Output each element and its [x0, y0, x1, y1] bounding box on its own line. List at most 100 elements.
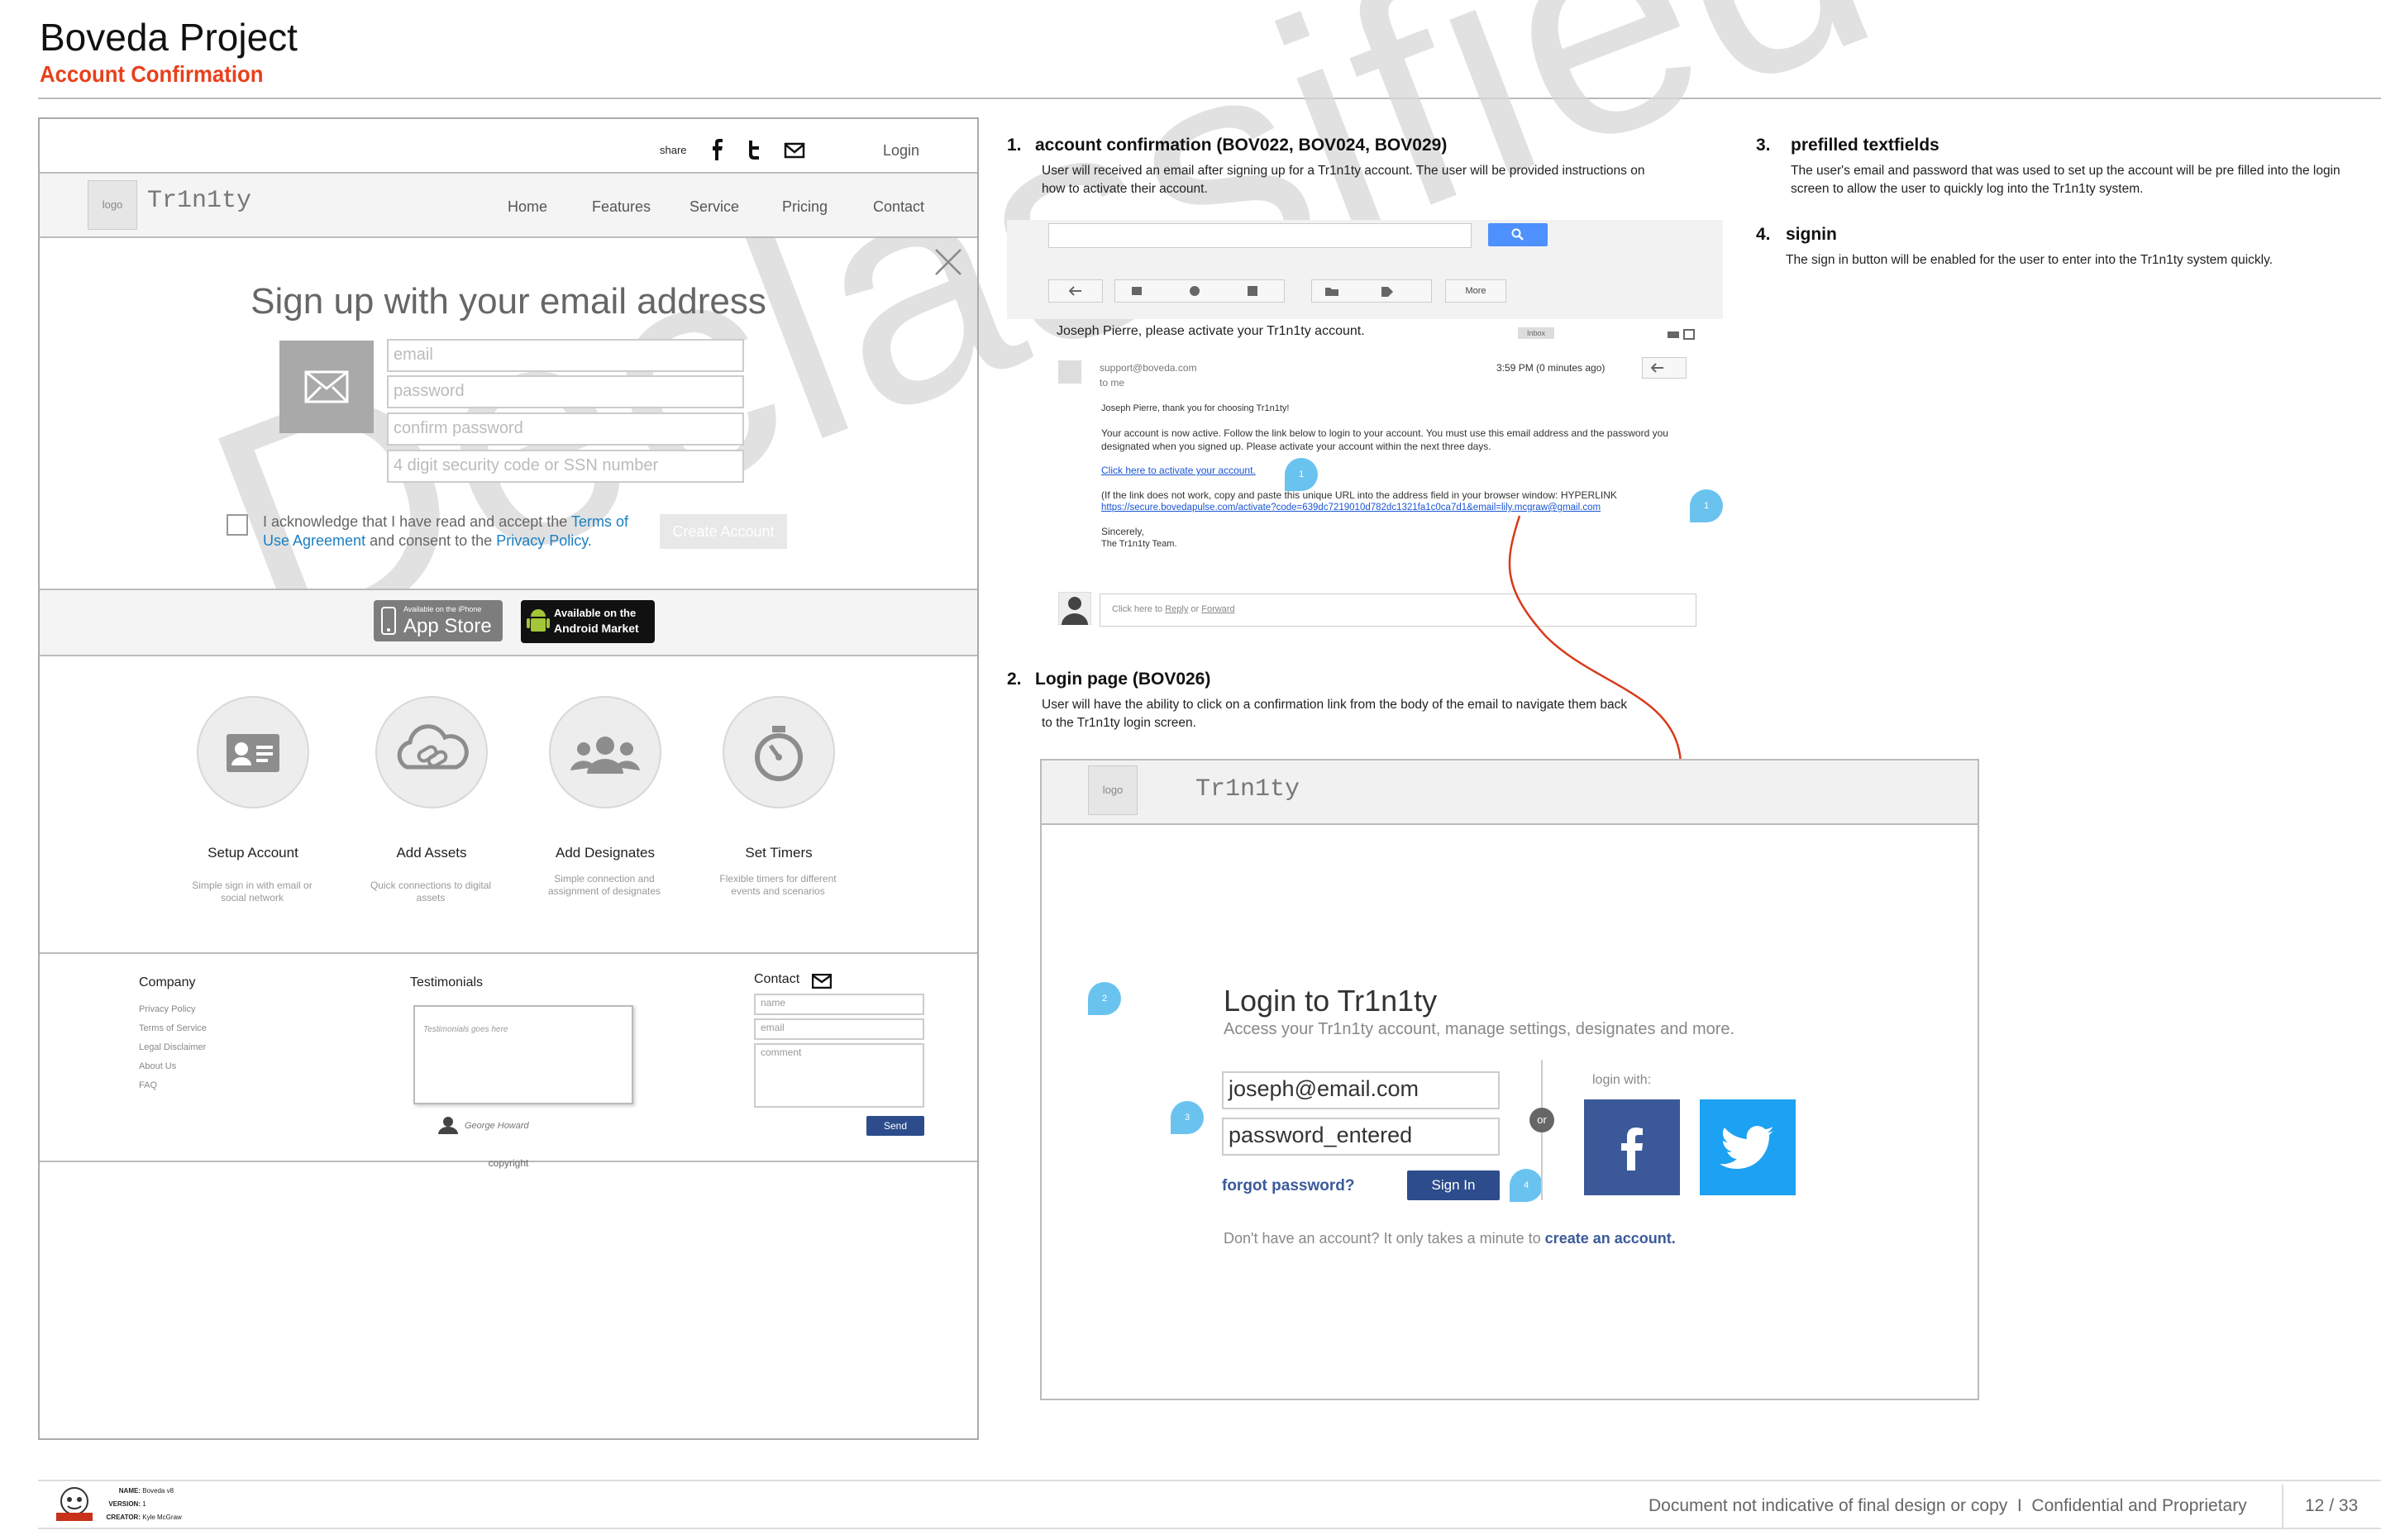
- callout-bubble-4: 4: [1510, 1169, 1543, 1202]
- section-desc: The user's email and password that was u…: [1791, 164, 2340, 196]
- page-number-divider: [2282, 1485, 2283, 1528]
- page-number: 12 / 33: [2305, 1496, 2359, 1515]
- login-brand: Tr1n1ty: [1195, 775, 1300, 803]
- company-heading: Company: [139, 975, 196, 989]
- copyright: copyright: [488, 1157, 529, 1169]
- email-search-button[interactable]: [1488, 223, 1548, 246]
- activation-url-link[interactable]: https://secure.bovedapulse.com/activate?…: [1101, 503, 1601, 513]
- close-icon[interactable]: [934, 248, 962, 280]
- nav-service[interactable]: Service: [689, 198, 739, 216]
- email-search-input[interactable]: [1048, 223, 1472, 248]
- email-signoff: Sincerely,: [1101, 526, 1144, 537]
- nav-contact[interactable]: Contact: [873, 198, 924, 216]
- login-email-field[interactable]: joseph@email.com: [1222, 1071, 1500, 1109]
- mail-share-icon[interactable]: [784, 142, 805, 163]
- footer-link[interactable]: Privacy Policy: [139, 1000, 207, 1019]
- feature-title: Set Timers: [745, 845, 813, 861]
- share-label: share: [660, 144, 687, 156]
- facebook-icon: [1621, 1128, 1643, 1170]
- app-store-badge[interactable]: Available on the iPhone App Store: [374, 600, 503, 641]
- contact-mail-icon: [811, 973, 833, 993]
- wireframe-footer: Company Privacy Policy Terms of Service …: [40, 952, 977, 1162]
- login-link[interactable]: Login: [883, 142, 919, 160]
- page-subtitle: Account Confirmation: [40, 61, 264, 87]
- add-designates-icon: [549, 696, 661, 808]
- email-body-2: (If the link does not work, copy and pas…: [1101, 489, 1617, 501]
- nav-home[interactable]: Home: [508, 198, 547, 216]
- email-to: to me: [1100, 377, 1125, 389]
- email-time: 3:59 PM (0 minutes ago): [1496, 362, 1606, 374]
- twitter-login-button[interactable]: [1700, 1099, 1796, 1195]
- forgot-password-link[interactable]: forgot password?: [1222, 1177, 1354, 1195]
- security-code-field[interactable]: 4 digit security code or SSN number: [387, 450, 744, 483]
- section-number: 1.: [1007, 136, 1022, 155]
- mail-avatar-icon: [279, 341, 374, 433]
- terms-checkbox[interactable]: [227, 514, 248, 536]
- login-password-field[interactable]: password_entered: [1222, 1118, 1500, 1156]
- company-links: Privacy Policy Terms of Service Legal Di…: [139, 1000, 207, 1095]
- login-header: logo Tr1n1ty: [1042, 760, 1978, 825]
- confidentiality-notice: Document not indicative of final design …: [1649, 1496, 2247, 1515]
- feature-desc: Simple connection and assignment of desi…: [547, 873, 661, 897]
- footer-divider-bottom: [38, 1528, 2381, 1529]
- wireframe-navbar: logo Tr1n1ty Home Features Service Prici…: [40, 174, 977, 238]
- section-title: prefilled textfields: [1791, 136, 1940, 155]
- section-number: 2.: [1007, 670, 1022, 689]
- logo-placeholder: logo: [88, 180, 137, 230]
- email-print-icon[interactable]: [1667, 327, 1696, 341]
- email-back-button[interactable]: [1048, 279, 1103, 303]
- footer-link[interactable]: About Us: [139, 1057, 207, 1076]
- email-team: The Tr1n1ty Team.: [1101, 539, 1177, 549]
- callout-bubble-2: 2: [1088, 982, 1121, 1015]
- contact-email-field[interactable]: email: [754, 1018, 924, 1040]
- feature-title: Add Designates: [555, 845, 656, 861]
- email-reply-button[interactable]: [1642, 357, 1687, 379]
- send-button[interactable]: Send: [866, 1116, 924, 1136]
- sign-in-button[interactable]: Sign In: [1407, 1170, 1500, 1200]
- email-field[interactable]: email: [387, 339, 744, 372]
- email-folder-label-buttons[interactable]: [1311, 279, 1432, 303]
- terms-text: I acknowledge that I have read and accep…: [263, 513, 628, 549]
- email-more-button[interactable]: More: [1445, 279, 1506, 303]
- section-number: 3.: [1756, 136, 1771, 155]
- contact-comment-field[interactable]: comment: [754, 1043, 924, 1108]
- login-with-label: login with:: [1592, 1073, 1652, 1087]
- login-page-mock: logo Tr1n1ty 2 Login to Tr1n1ty Access y…: [1040, 759, 1979, 1400]
- signup-title: Sign up with your email address: [251, 281, 766, 322]
- android-market-badge[interactable]: Available on the Android Market: [521, 600, 655, 643]
- signup-wireframe: share Login logo Tr1n1ty Home Features S…: [38, 117, 979, 1440]
- nav-features[interactable]: Features: [592, 198, 651, 216]
- create-account-prompt: Don't have an account? It only takes a m…: [1224, 1230, 1676, 1247]
- login-title: Login to Tr1n1ty: [1224, 984, 1438, 1018]
- feature-desc: Quick connections to digital assets: [370, 880, 492, 903]
- footer-divider: [38, 1480, 2381, 1481]
- facebook-login-button[interactable]: [1584, 1099, 1680, 1195]
- setup-account-icon: [197, 696, 309, 808]
- feature-desc: Simple sign in with email or social netw…: [192, 880, 313, 903]
- password-field[interactable]: password: [387, 375, 744, 408]
- activate-link[interactable]: Click here to activate your account.: [1101, 465, 1256, 476]
- section-title: signin: [1786, 225, 1837, 244]
- footer-link[interactable]: FAQ: [139, 1076, 207, 1095]
- email-greeting: Joseph Pierre, thank you for choosing Tr…: [1101, 403, 1290, 413]
- page-title: Boveda Project: [40, 16, 298, 59]
- create-account-link[interactable]: create an account.: [1545, 1230, 1676, 1247]
- contact-name-field[interactable]: name: [754, 994, 924, 1015]
- footer-link[interactable]: Terms of Service: [139, 1019, 207, 1038]
- footer-link[interactable]: Legal Disclaimer: [139, 1038, 207, 1057]
- email-action-buttons[interactable]: [1114, 279, 1285, 303]
- reply-link[interactable]: Reply: [1165, 604, 1188, 614]
- user-avatar-icon: [1058, 592, 1091, 625]
- facebook-share-icon[interactable]: [708, 139, 726, 164]
- create-account-button[interactable]: Create Account: [660, 514, 787, 549]
- section-title: Login page (BOV026): [1035, 670, 1211, 689]
- confirm-password-field[interactable]: confirm password: [387, 412, 744, 446]
- callout-bubble-1: 1: [1285, 458, 1318, 491]
- privacy-link[interactable]: Privacy Policy.: [496, 532, 592, 549]
- twitter-share-icon[interactable]: [746, 139, 764, 164]
- email-inbox-tag[interactable]: Inbox: [1518, 327, 1554, 339]
- testimonials-heading: Testimonials: [410, 975, 484, 989]
- nav-pricing[interactable]: Pricing: [782, 198, 828, 216]
- forward-link[interactable]: Forward: [1201, 604, 1234, 614]
- wireframe-topbar: share Login: [40, 119, 977, 174]
